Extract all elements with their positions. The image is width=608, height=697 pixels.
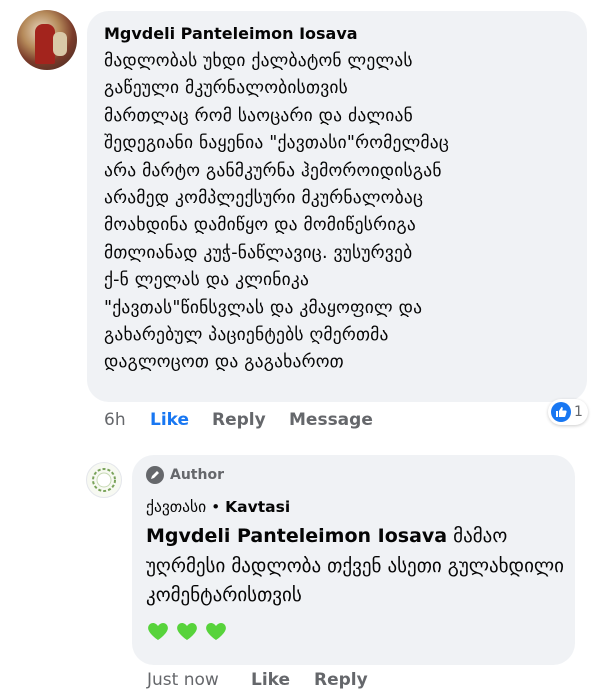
- comment-line: არა მარტო განმკურნა ჰემოროიდისგან: [104, 160, 442, 181]
- comment-line: გაწეული მკურნალობისთვის: [104, 78, 348, 99]
- comment-line: მადლობას უხდი ქალბატონ ლელას: [104, 51, 413, 71]
- reply-like-button[interactable]: Like: [251, 670, 290, 690]
- comment-line: არამედ კომპლექსური მკურნალობაც: [104, 188, 424, 209]
- pencil-icon: [146, 466, 164, 484]
- comment-line: "ქავთას"წინსვლას და კმაყოფილ და: [104, 297, 423, 318]
- wreath-logo-icon: [92, 468, 116, 492]
- green-heart-icon: [177, 623, 197, 640]
- comment-text: მადლობას უხდი ქალბატონ ლელას გაწეული მკურ…: [104, 48, 574, 377]
- reply-page-name[interactable]: ქავთასი • Kavtasi: [146, 498, 290, 516]
- comment-line: მართლაც რომ საოცარი და ძალიან: [104, 105, 413, 126]
- comment-like-button[interactable]: Like: [150, 410, 189, 430]
- comment-reply-button[interactable]: Reply: [212, 410, 266, 430]
- avatar-figure-secondary: [53, 32, 67, 56]
- reply-text: Mgvdeli Panteleimon Iosava მამაო უღრმესი…: [146, 522, 564, 611]
- green-heart-icon: [206, 623, 226, 640]
- comment-message-button[interactable]: Message: [289, 410, 373, 430]
- comment-line: დაგლოცოთ და გაგახაროთ: [104, 352, 344, 373]
- page-name-georgian: ქავთასი: [146, 498, 207, 516]
- comment-timestamp[interactable]: 6h: [104, 410, 126, 430]
- green-hearts: [146, 619, 228, 643]
- reaction-count: 1: [574, 404, 583, 420]
- thumbs-up-icon: [551, 402, 571, 422]
- green-heart-icon: [148, 623, 168, 640]
- page-avatar[interactable]: [86, 462, 122, 498]
- commenter-avatar[interactable]: [17, 10, 77, 70]
- comment-line: გახარებულ პაციენტებს ღმერთმა: [104, 325, 389, 346]
- reaction-summary[interactable]: 1: [548, 399, 588, 425]
- reply-mention[interactable]: Mgvdeli Panteleimon Iosava: [146, 525, 447, 547]
- page-name-separator: •: [206, 498, 226, 516]
- reply-timestamp[interactable]: Just now: [147, 670, 219, 690]
- reply-reply-button[interactable]: Reply: [314, 670, 368, 690]
- page-name-latin: Kavtasi: [225, 498, 291, 516]
- avatar-figure: [35, 24, 55, 64]
- comment-line: ქ-ნ ლელას და კლინიკა: [104, 270, 310, 291]
- comment-line: მოახდინა დამიწყო და მომიწესრიგა: [104, 215, 416, 236]
- author-badge: Author: [146, 466, 224, 484]
- comment-author-name[interactable]: Mgvdeli Panteleimon Iosava: [104, 24, 358, 43]
- comment-line: მთლიანად კუჭ-ნაწლავიც. ვუსურვებ: [104, 242, 413, 263]
- comment-line: შედეგიანი ნაყენია "ქავთასი"რომელმაც: [104, 133, 450, 154]
- author-badge-label: Author: [170, 467, 224, 483]
